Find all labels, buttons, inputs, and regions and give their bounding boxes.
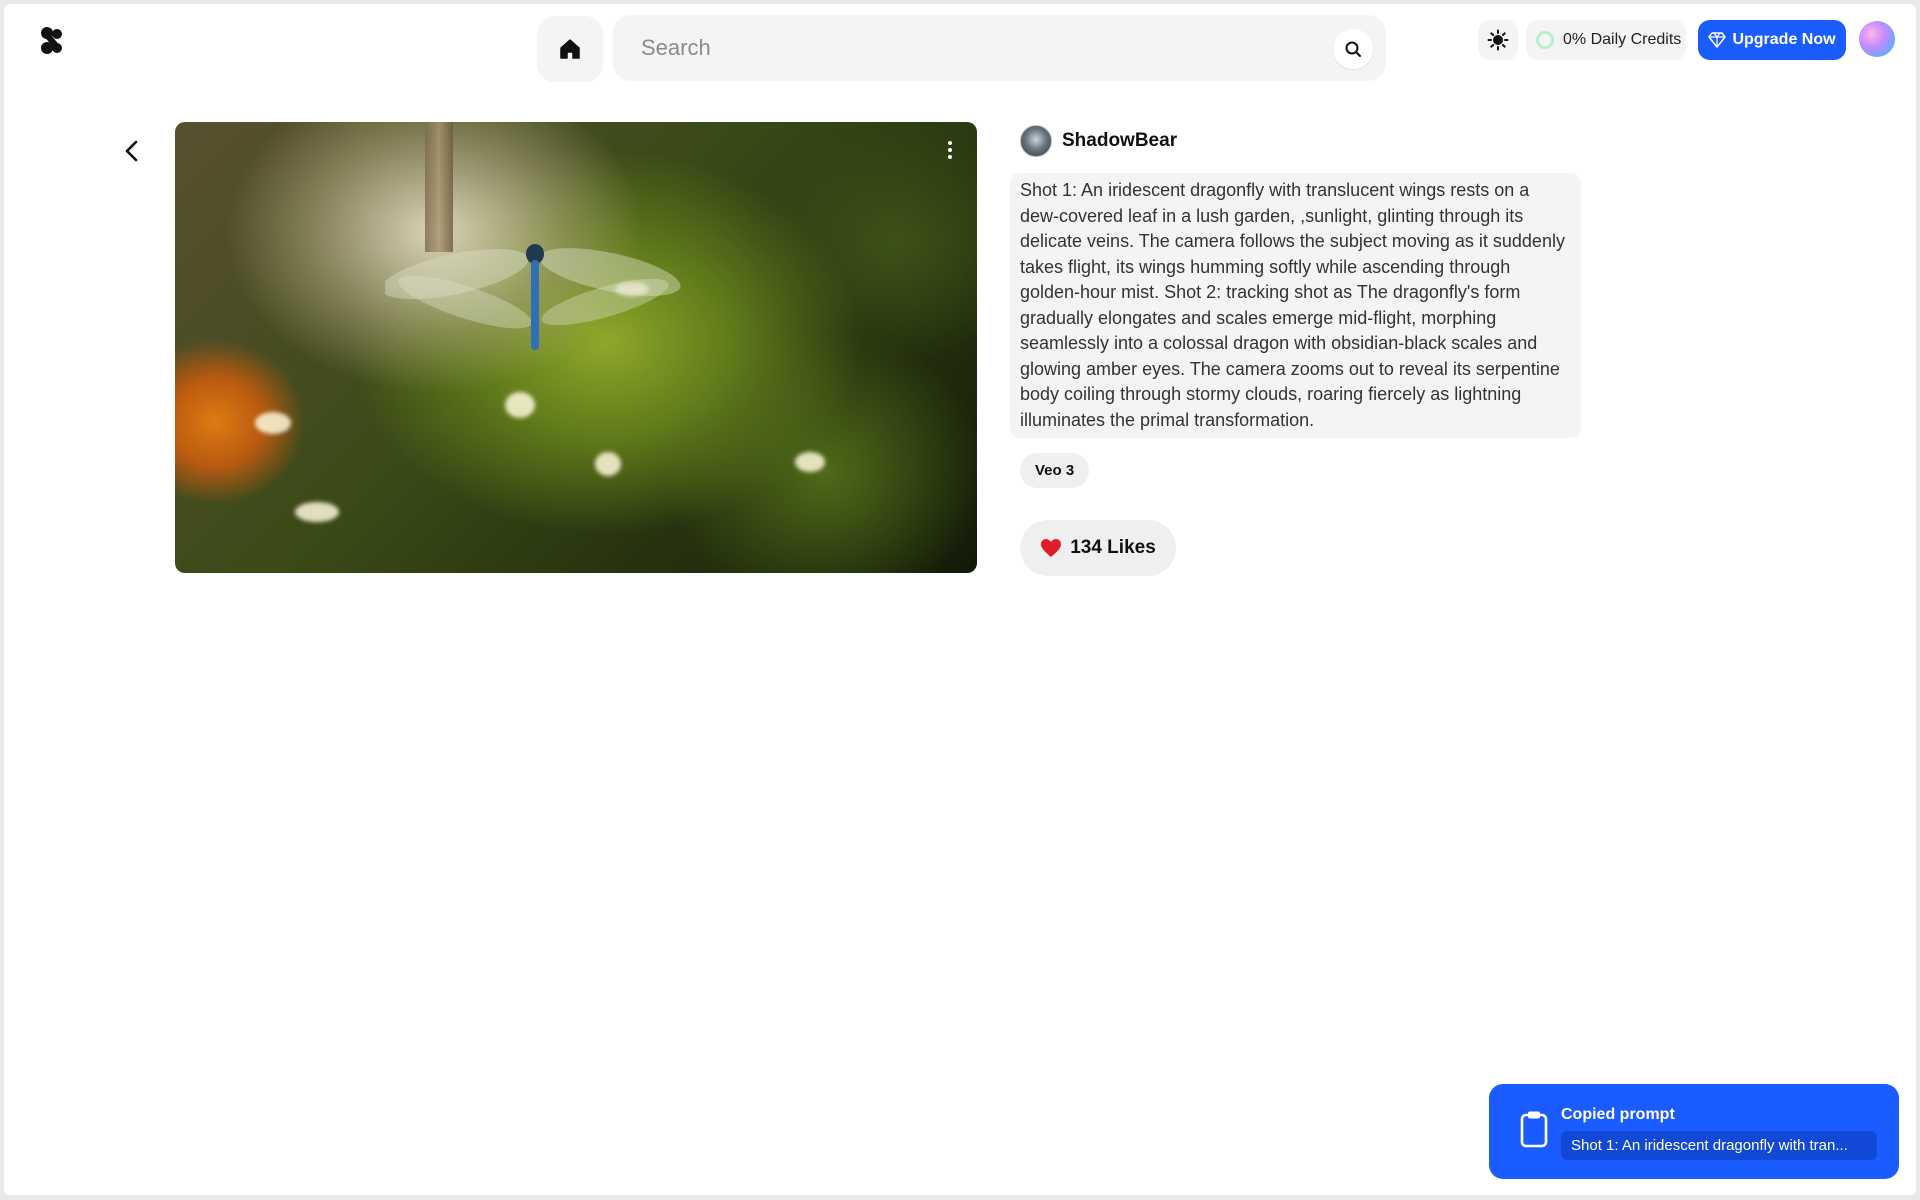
sun-icon xyxy=(1487,29,1509,51)
media-options-button[interactable] xyxy=(939,136,961,164)
copied-toast: Copied prompt Shot 1: An iridescent drag… xyxy=(1489,1084,1899,1179)
video-player[interactable] xyxy=(175,122,977,573)
back-button[interactable] xyxy=(115,134,149,168)
like-button[interactable]: 134 Likes xyxy=(1020,520,1176,576)
theme-toggle-button[interactable] xyxy=(1478,20,1518,60)
media-light-spot xyxy=(295,502,339,522)
credits-label: 0% Daily Credits xyxy=(1563,31,1682,48)
author-avatar[interactable] xyxy=(1020,125,1052,157)
prompt-text[interactable]: Shot 1: An iridescent dragonfly with tra… xyxy=(1010,173,1581,438)
media-light-spot xyxy=(795,452,825,472)
upgrade-label: Upgrade Now xyxy=(1732,31,1836,48)
user-avatar[interactable] xyxy=(1859,21,1895,57)
more-vertical-icon xyxy=(948,141,952,145)
search-icon xyxy=(1345,41,1361,57)
search-bar xyxy=(613,15,1386,81)
home-icon xyxy=(560,39,580,59)
author-name[interactable]: ShadowBear xyxy=(1062,130,1177,152)
app-window: 0% Daily Credits Upgrade Now xyxy=(4,4,1916,1195)
home-button[interactable] xyxy=(537,16,603,82)
toast-snippet: Shot 1: An iridescent dragonfly with tra… xyxy=(1561,1131,1877,1160)
dragonfly-image xyxy=(385,244,681,350)
media-light-spot xyxy=(595,452,621,476)
likes-count: 134 Likes xyxy=(1070,537,1156,558)
media-light-spot xyxy=(505,392,535,418)
search-input[interactable] xyxy=(613,15,1386,81)
gem-icon xyxy=(1708,32,1727,48)
search-button[interactable] xyxy=(1333,29,1373,69)
clipboard-icon xyxy=(1520,1111,1548,1148)
logo-icon[interactable] xyxy=(40,26,64,56)
heart-icon xyxy=(1041,539,1062,557)
toast-title: Copied prompt xyxy=(1561,1106,1675,1123)
daily-credits-indicator[interactable]: 0% Daily Credits xyxy=(1526,20,1686,60)
media-light-spot xyxy=(255,412,291,434)
credits-progress-icon xyxy=(1536,31,1554,49)
upgrade-button[interactable]: Upgrade Now xyxy=(1698,20,1846,60)
model-tag: Veo 3 xyxy=(1020,453,1090,488)
chevron-left-icon xyxy=(125,140,138,162)
author-info[interactable]: ShadowBear xyxy=(1020,125,1177,157)
